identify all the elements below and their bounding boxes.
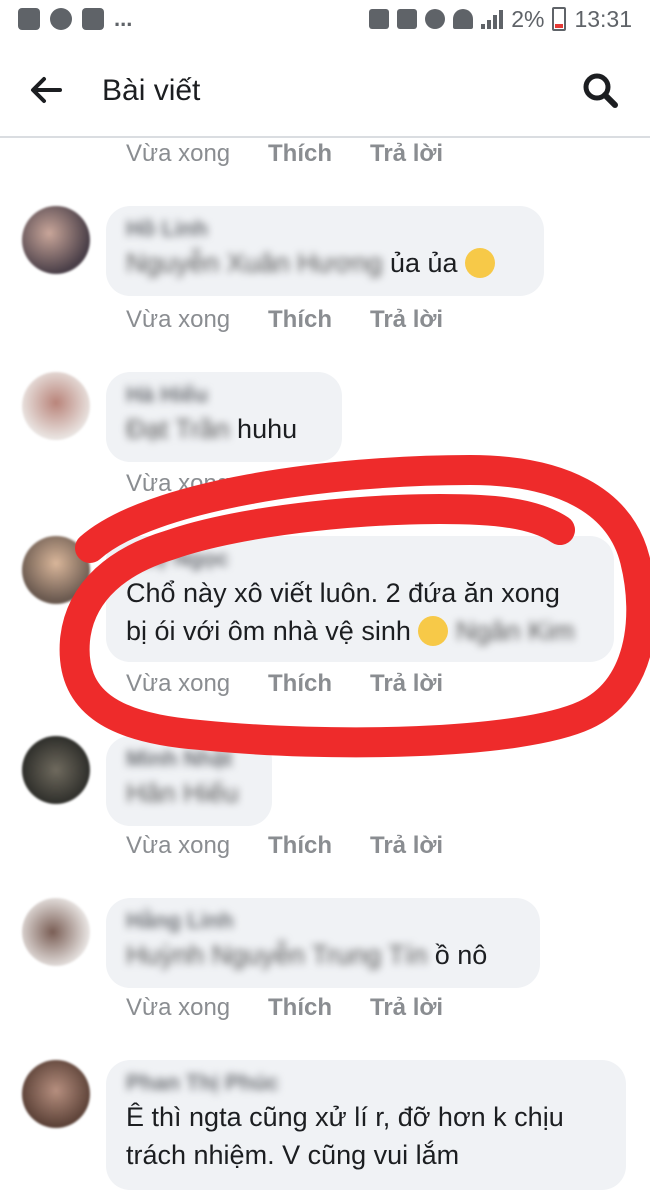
comment-actions: Vừa xong Thích Trả lời [126,994,443,1022]
like-button[interactable]: Thích [268,140,370,168]
battery-percent: 2% [511,6,545,32]
mention-link[interactable]: Nguyễn Xuân Hương [126,248,382,278]
comment-text-line-2: trách nhiệm. V cũng vui lắm [126,1140,460,1170]
avatar[interactable] [22,736,90,804]
commenter-name[interactable]: Minh Nhật [126,746,252,774]
avatar[interactable] [22,372,90,440]
mute-icon [397,9,418,29]
like-button[interactable]: Thích [268,832,370,860]
smile-emoji-icon [465,248,496,278]
comment-bubble: Phan Thị Phúc Ê thì ngta cũng xử lí r, đ… [106,1060,626,1190]
comment-actions: Vừa xong Thích Trả lời [126,140,443,168]
signal-icon [481,9,504,29]
avatar[interactable] [22,898,90,966]
commenter-name[interactable]: Hồ Linh [126,216,524,244]
comment-time: Vừa xong [126,670,231,697]
comment-text-line-1: Ê thì ngta cũng xử lí r, đỡ hơn k chịu [126,1102,564,1132]
notification-icons: ... [18,8,132,30]
like-button[interactable]: Thích [268,670,370,698]
commenter-name[interactable]: Phan Thị Phúc [126,1070,606,1098]
commenter-name[interactable]: Huệ Ngọc [126,546,594,574]
comment-text: Nguyễn Xuân Hương ủa ủa [126,244,524,282]
reply-button[interactable]: Trả lời [370,140,443,168]
commenter-name[interactable]: Hà Hiếu [126,382,322,410]
avatar[interactable] [22,1060,90,1128]
comment-bubble: Hà Hiếu Đạt Trần huhu [106,372,342,462]
reply-button[interactable]: Trả lời [370,306,443,334]
reply-button[interactable]: Trả lời [370,994,443,1022]
mention-link[interactable]: Hân Hiếu [126,778,239,808]
comment-actions: Vừa xong Thích Trả lời [126,832,443,860]
like-button[interactable]: Thích [268,994,370,1022]
wifi-icon [453,9,474,29]
like-button[interactable]: Thích [268,306,370,334]
page-title: Bài viết [102,74,201,107]
battery-icon [552,7,567,31]
more-notifications-icon: ... [114,6,133,31]
comment-bubble: Huệ Ngọc Chổ này xô viết luôn. 2 đứa ăn … [106,536,614,662]
mention-link[interactable]: Đạt Trần [126,414,230,444]
gallery-icon [82,8,104,30]
avatar[interactable] [22,206,90,274]
comment-body: ồ nô [427,940,488,970]
system-icons: 2% 13:31 [369,6,632,32]
comment-actions: Vừa xong [126,470,268,498]
battery-saver-icon [369,9,390,29]
comment-time: Vừa xong [126,140,231,167]
mention-link[interactable]: Huỳnh Nguyễn Trung Tín [126,940,427,970]
comment-text-line-1: Chổ này xô viết luôn. 2 đứa ăn xong [126,578,560,608]
comment-bubble: Minh Nhật Hân Hiếu [106,736,272,826]
app-bar: Bài viết [0,44,650,138]
reply-button[interactable]: Trả lời [370,670,443,698]
back-arrow-icon[interactable] [28,72,64,108]
clock: 13:31 [574,6,632,32]
comment-text: Đạt Trần huhu [126,410,322,448]
notification-app-icon [18,8,40,30]
comment-body: huhu [229,414,298,444]
messenger-icon [50,8,72,30]
status-bar: ... 2% 13:31 [0,0,650,44]
comment-body: bị ói với ôm nhà vệ sinh [126,616,411,646]
comment-actions: Vừa xong Thích Trả lời [126,306,443,334]
alarm-icon [425,9,446,29]
comment-time: Vừa xong [126,832,231,859]
comment-bubble: Hằng Linh Huỳnh Nguyễn Trung Tín ồ nô [106,898,540,988]
comment-bubble: Hồ Linh Nguyễn Xuân Hương ủa ủa [106,206,544,296]
comment-time: Vừa xong [126,994,231,1021]
comment-text: Huỳnh Nguyễn Trung Tín ồ nô [126,936,520,974]
comment-actions: Vừa xong Thích Trả lời [126,670,443,698]
comment-time: Vừa xong [126,470,231,497]
comment-text: Hân Hiếu [126,774,252,812]
crying-emoji-icon [418,616,449,646]
search-icon[interactable] [580,70,620,110]
avatar[interactable] [22,536,90,604]
reply-button[interactable]: Trả lời [370,832,443,860]
comment-body: ủa ủa [382,248,458,278]
comment-text-line-2: bị ói với ôm nhà vệ sinh Ngân Kim [126,612,594,650]
comment-time: Vừa xong [126,306,231,333]
commenter-name[interactable]: Hằng Linh [126,908,520,936]
mention-link[interactable]: Ngân Kim [456,616,575,646]
